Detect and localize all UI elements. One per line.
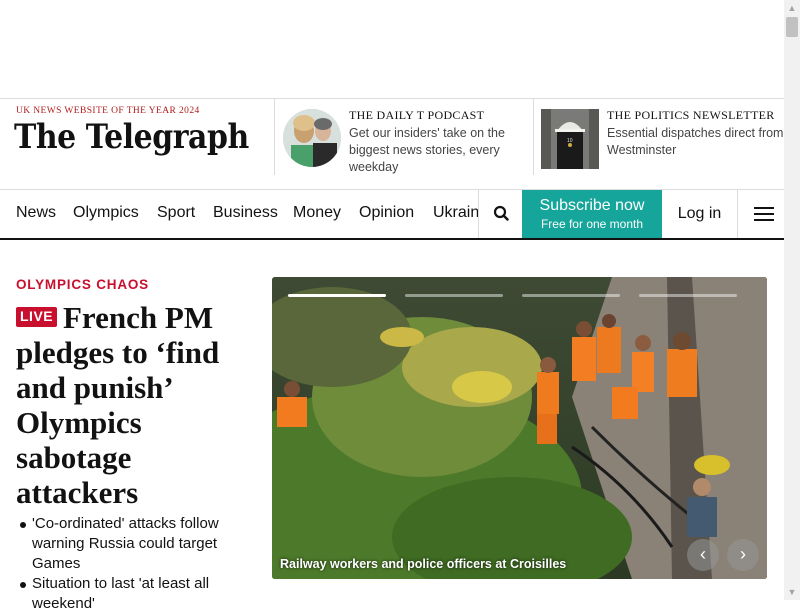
podcast-description[interactable]: Get our insiders' take on the biggest ne… <box>349 125 524 176</box>
nav-item-news[interactable]: News <box>16 204 56 222</box>
hero-image-carousel[interactable]: Railway workers and police officers at C… <box>272 277 767 579</box>
story-bullet[interactable]: 'Co-ordinated' attacks follow warning Ru… <box>16 514 261 574</box>
hamburger-menu-icon[interactable] <box>738 190 784 238</box>
newsletter-description[interactable]: Essential dispatches direct from Westmin… <box>607 125 784 159</box>
nav-item-money[interactable]: Money <box>293 204 341 222</box>
subscribe-label: Subscribe now <box>539 197 645 214</box>
hero-caption: Railway workers and police officers at C… <box>280 557 567 571</box>
nav-item-business[interactable]: Business <box>213 204 278 222</box>
main-navigation: News Olympics Sport Business Money Opini… <box>0 190 784 240</box>
carousel-progress-3[interactable] <box>522 294 620 297</box>
carousel-prev-button[interactable]: ‹ <box>687 539 719 571</box>
carousel-progress-4[interactable] <box>639 294 737 297</box>
story-bullets: 'Co-ordinated' attacks follow warning Ru… <box>16 514 261 614</box>
podcast-hosts-image[interactable] <box>283 109 341 167</box>
login-button[interactable]: Log in <box>662 190 738 238</box>
scroll-up-arrow-icon[interactable]: ▲ <box>784 0 800 16</box>
nav-item-opinion[interactable]: Opinion <box>359 204 414 222</box>
page-scrollbar[interactable]: ▲ ▼ <box>784 0 800 600</box>
railway-workers-photo <box>272 277 767 579</box>
award-label: UK NEWS WEBSITE OF THE YEAR 2024 <box>16 106 200 116</box>
advertisement-space <box>0 0 784 98</box>
masthead-divider <box>274 99 275 175</box>
newsletter-title[interactable]: THE POLITICS NEWSLETTER <box>607 108 775 123</box>
chevron-right-icon: › <box>740 544 746 564</box>
story-kicker[interactable]: OLYMPICS CHAOS <box>16 277 149 292</box>
story-bullet[interactable]: Situation to last 'at least all weekend' <box>16 574 261 614</box>
downing-street-door-image[interactable]: 10 <box>541 109 599 169</box>
nav-item-ukraine[interactable]: Ukraine <box>433 204 478 222</box>
search-button[interactable] <box>478 190 522 238</box>
chevron-left-icon: ‹ <box>700 544 706 564</box>
masthead-divider <box>533 99 534 175</box>
scroll-down-arrow-icon[interactable]: ▼ <box>784 584 800 600</box>
scrollbar-thumb[interactable] <box>786 17 798 37</box>
carousel-next-button[interactable]: › <box>727 539 759 571</box>
subscribe-sublabel: Free for one month <box>540 217 644 231</box>
lead-headline[interactable]: French PM pledges to ‘find and punish’ O… <box>16 300 261 510</box>
nav-item-sport[interactable]: Sport <box>157 204 195 222</box>
subscribe-button[interactable]: Subscribe now Free for one month <box>522 190 662 238</box>
nav-items: News Olympics Sport Business Money Opini… <box>0 190 478 238</box>
masthead: UK NEWS WEBSITE OF THE YEAR 2024 The Tel… <box>0 98 784 190</box>
podcast-title[interactable]: THE DAILY T PODCAST <box>349 108 484 123</box>
svg-text:10: 10 <box>567 138 573 144</box>
carousel-progress-1[interactable] <box>288 294 386 297</box>
search-icon <box>493 205 509 221</box>
carousel-progress-2[interactable] <box>405 294 503 297</box>
nav-item-olympics[interactable]: Olympics <box>73 204 139 222</box>
telegraph-logo[interactable]: The Telegraph <box>14 117 249 157</box>
